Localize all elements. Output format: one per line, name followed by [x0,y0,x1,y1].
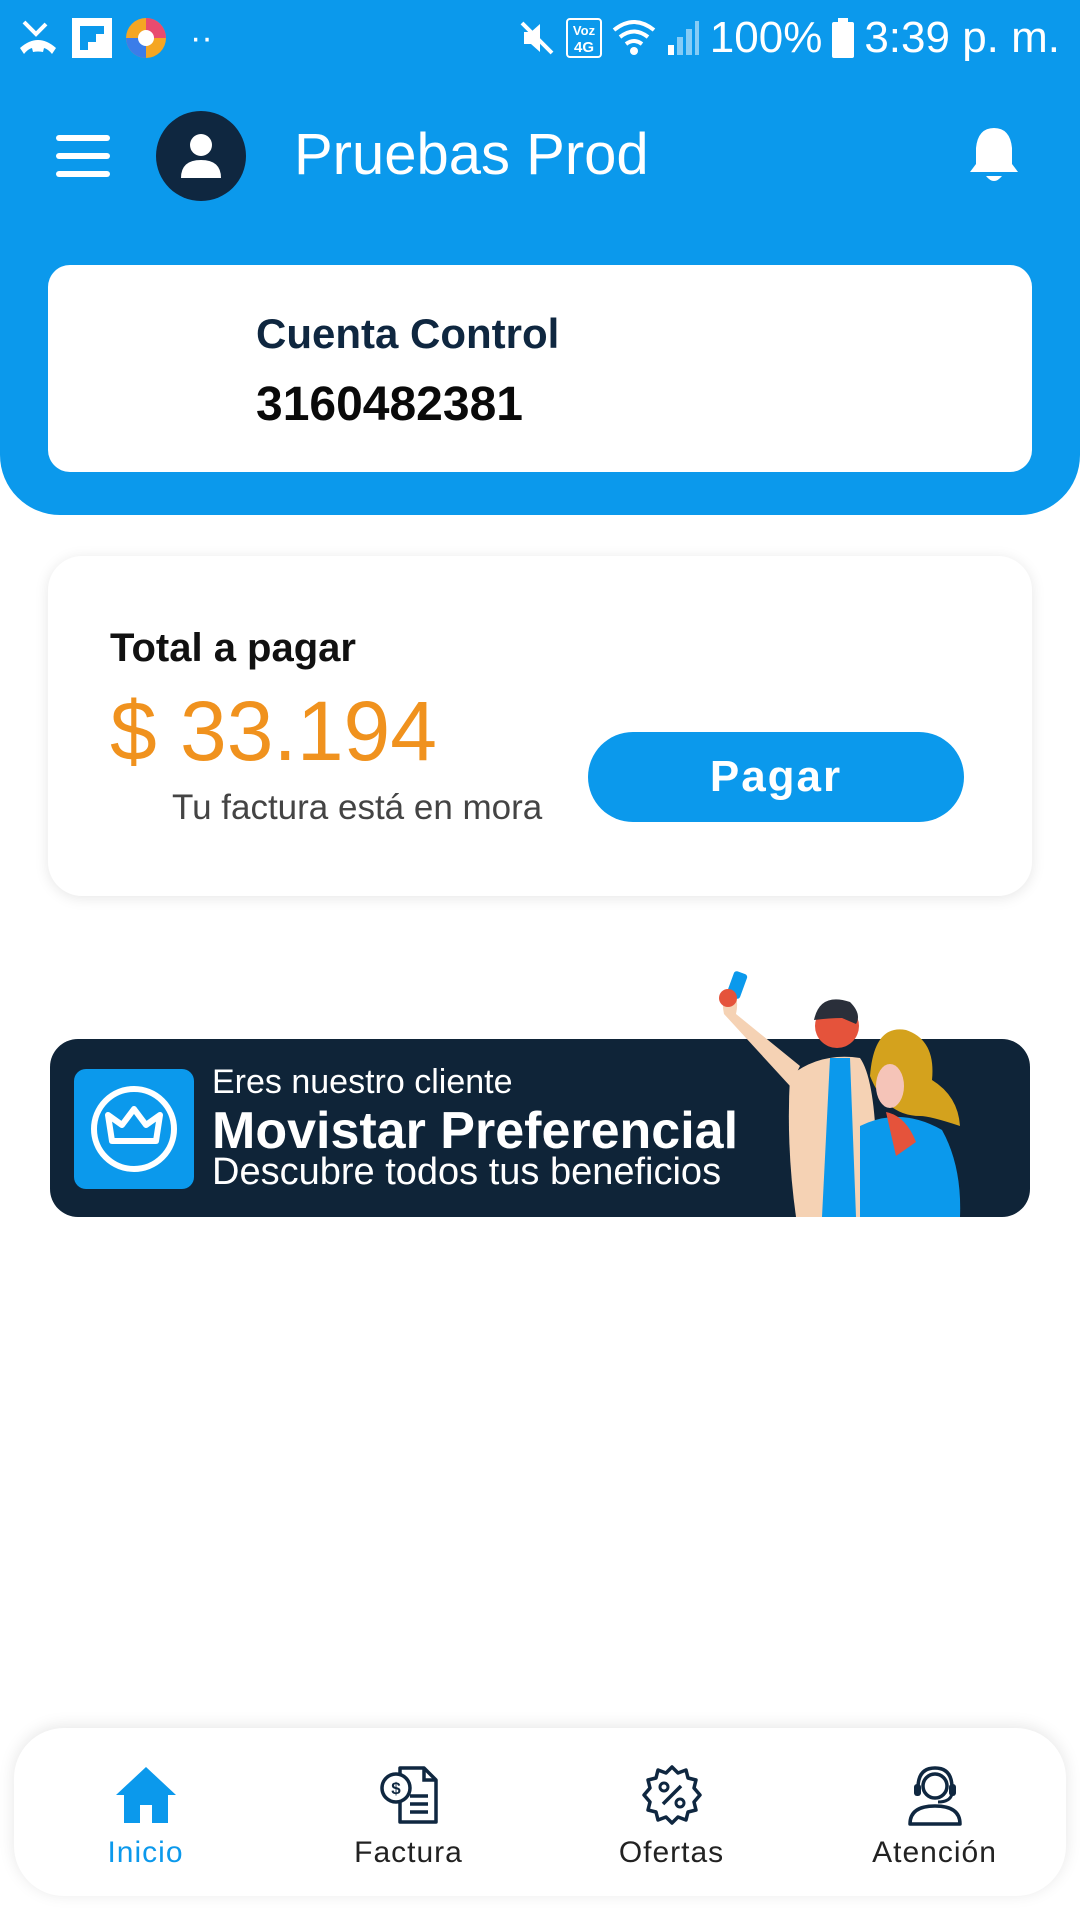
status-bar: ·· Voz 4G 100% 3:39 p. m. [0,0,1080,78]
account-card[interactable]: Cuenta Control 3160482381 [48,265,1032,472]
signal-icon [666,19,700,57]
payment-card: Total a pagar $ 33.194 Tu factura está e… [48,556,1032,896]
hamburger-line [56,135,110,141]
account-number: 3160482381 [256,378,523,431]
more-notifications-indicator: ·· [190,18,213,57]
battery-percentage: 100% [709,13,823,62]
selfie-couple-illustration [719,971,961,1217]
pay-button[interactable]: Pagar [588,732,964,822]
banner-description: Descubre todos tus beneficios [212,1151,722,1193]
hamburger-line [56,171,110,177]
battery-icon [832,18,855,58]
page-title: Pruebas Prod [294,122,649,187]
bell-icon [970,128,1018,181]
nav-label: Factura [354,1836,463,1869]
nav-label: Inicio [107,1836,184,1869]
svg-text:$: $ [391,1779,401,1798]
preferential-banner[interactable]: Eres nuestro cliente Movistar Preferenci… [50,971,1030,1217]
mute-icon [518,19,556,57]
home-icon [113,1762,179,1828]
menu-button[interactable] [48,128,118,184]
bottom-navigation: Inicio $ Factura Ofertas Atención [14,1728,1066,1896]
missed-call-icon [16,18,60,58]
volte-icon: Voz 4G [565,18,602,58]
user-icon [181,134,221,178]
avatar[interactable] [156,111,246,201]
payment-label: Total a pagar [110,626,356,670]
nav-item-atencion[interactable]: Atención [803,1728,1066,1896]
banner-badge [74,1069,194,1189]
app-bar: Pruebas Prod [0,96,1080,216]
status-bar-left: ·· [16,14,213,62]
browser-icon [124,16,168,60]
support-agent-icon [902,1762,968,1828]
notifications-button[interactable] [964,124,1024,188]
payment-amount: $ 33.194 [110,684,437,778]
nav-item-inicio[interactable]: Inicio [14,1728,277,1896]
invoice-icon: $ [376,1762,442,1828]
nav-label: Ofertas [618,1836,725,1869]
wifi-icon [612,18,656,58]
discount-icon [639,1762,705,1828]
hamburger-line [56,153,110,159]
nav-label: Atención [872,1836,997,1869]
svg-text:4G: 4G [574,39,594,56]
account-type: Cuenta Control [256,310,560,357]
nav-item-ofertas[interactable]: Ofertas [540,1728,803,1896]
clock: 3:39 p. m. [864,13,1060,62]
flipboard-icon [72,18,112,58]
banner-subtitle: Eres nuestro cliente [212,1063,513,1101]
nav-item-factura[interactable]: $ Factura [277,1728,540,1896]
payment-status: Tu factura está en mora [172,788,543,827]
svg-text:Voz: Voz [573,23,596,38]
status-bar-right: Voz 4G 100% 3:39 p. m. [518,10,1060,66]
crown-icon [91,1086,177,1172]
